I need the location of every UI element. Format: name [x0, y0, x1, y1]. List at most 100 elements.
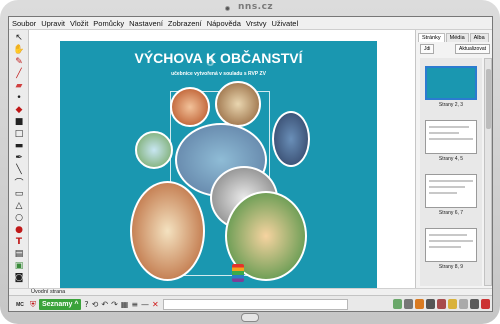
menu-nastaveni[interactable]: Nastavení	[129, 19, 163, 28]
photo-circle	[215, 81, 261, 127]
thumbnail-page[interactable]	[425, 228, 477, 262]
search-icon[interactable]	[426, 299, 435, 309]
photo-circle	[170, 87, 210, 127]
mc-logo: MC	[13, 302, 27, 308]
bottom-toolbar: MC ⛨ Seznamy ^ ? ⟲ ↶ ↷ ▦ ≡ — ✕	[9, 295, 492, 311]
thumbnail-line	[429, 246, 461, 248]
line-icon[interactable]: ╲	[13, 165, 25, 175]
tool-palette: ↖ ✋ ✎ ╱ ▰ • ◆ ■ □ ▬ ✒ ╲ ⌒ ▭ △ ○ ● T ▤ ▣ …	[9, 30, 29, 288]
panel-buttons: Jdi Aktualizovat	[416, 42, 492, 56]
folder-icon[interactable]	[448, 299, 457, 309]
media-icon[interactable]	[437, 299, 446, 309]
tray-icons	[391, 299, 490, 309]
color-white-icon[interactable]: □	[13, 129, 25, 139]
menu-vrstvy[interactable]: Vrstvy	[246, 19, 267, 28]
refresh-button[interactable]: Aktualizovat	[455, 44, 490, 54]
page-canvas[interactable]: 6 VÝCHOVA K OBČANSTVÍ učebnice vytvořená…	[30, 30, 414, 288]
pipette-icon[interactable]: ✒	[13, 153, 25, 163]
note-icon[interactable]: ▤	[13, 249, 25, 259]
menu-zobrazeni[interactable]: Zobrazení	[168, 19, 202, 28]
shield-icon[interactable]: ⛨	[30, 300, 36, 310]
status-bar: Úvodní strana	[9, 288, 492, 295]
thumbnail-line	[429, 132, 459, 134]
thumbnail-line	[429, 240, 473, 242]
go-button[interactable]: Jdi	[420, 44, 435, 54]
pen-icon[interactable]: ✎	[13, 57, 25, 67]
thumbnail-cover[interactable]	[425, 66, 477, 100]
text-icon[interactable]: T	[13, 237, 25, 247]
help-icon[interactable]: ?	[84, 300, 88, 309]
polyline-icon[interactable]: ⌒	[13, 177, 25, 189]
keyboard-icon[interactable]	[470, 299, 479, 309]
close-icon[interactable]	[481, 299, 490, 309]
seznamy-label: Seznamy	[42, 301, 73, 308]
document-icon[interactable]	[459, 299, 468, 309]
app-screen: Soubor Upravit Vložit Pomůcky Nastavení …	[8, 16, 493, 312]
thumbnail-line	[429, 192, 457, 194]
camera-tool-icon[interactable]: ◙	[13, 273, 25, 283]
thumbnail-line	[429, 234, 467, 236]
command-field[interactable]	[162, 299, 348, 310]
thumbnail-page[interactable]	[425, 174, 477, 208]
grid-icon[interactable]: ▦	[121, 300, 129, 309]
tab-alba[interactable]: Alba	[469, 33, 489, 42]
image-tray-icon[interactable]	[415, 299, 424, 309]
lines-icon[interactable]: ≡	[131, 300, 138, 309]
seznamy-button[interactable]: Seznamy ^	[39, 299, 82, 310]
home-button[interactable]	[241, 313, 259, 322]
thumbnail-image	[429, 70, 473, 96]
brand-label: nns.cz	[238, 2, 274, 12]
dot-icon[interactable]: •	[13, 93, 25, 103]
photo-circle	[272, 111, 310, 167]
pointer-icon[interactable]: ↖	[13, 33, 25, 43]
tablet-bezel: nns.cz Soubor Upravit Vložit Pomůcky Nas…	[0, 0, 500, 324]
delete-icon[interactable]: ✕	[152, 300, 159, 309]
publisher-logo	[232, 264, 244, 282]
thumbnail-label: Strany 2, 3	[438, 102, 464, 108]
scrollbar-thumb[interactable]	[486, 69, 491, 129]
undo-icon[interactable]: ↶	[101, 300, 108, 309]
panel-scrollbar[interactable]	[484, 58, 492, 286]
thumbnail-label: Strany 6, 7	[438, 210, 464, 216]
menu-bar: Soubor Upravit Vložit Pomůcky Nastavení …	[9, 17, 492, 30]
ellipse-icon[interactable]: ○	[13, 213, 25, 223]
camera-icon	[225, 6, 230, 11]
menu-napoveda[interactable]: Nápověda	[207, 19, 241, 28]
redo-icon[interactable]: ↷	[111, 300, 118, 309]
menu-pomucky[interactable]: Pomůcky	[93, 19, 124, 28]
photo-circle	[135, 131, 173, 169]
tray-icon-green[interactable]	[393, 299, 402, 309]
thumbnail-line	[429, 138, 473, 140]
pages-panel: Stránky Média Alba Jdi Aktualizovat Stra…	[415, 30, 492, 288]
line-width-icon[interactable]: ▬	[13, 141, 25, 151]
thumbnail-list: Strany 2, 3 Strany 4, 5 Strany 6, 7 Stra…	[420, 58, 482, 286]
eraser-icon[interactable]: ▰	[13, 81, 25, 91]
menu-vlozit[interactable]: Vložit	[70, 19, 88, 28]
color-black-icon[interactable]: ■	[13, 117, 25, 127]
seznamy-arrow: ^	[74, 301, 79, 308]
thumbnail-line	[429, 186, 465, 188]
refresh-icon[interactable]: ⟲	[92, 300, 99, 309]
menu-upravit[interactable]: Upravit	[41, 19, 65, 28]
menu-soubor[interactable]: Soubor	[12, 19, 36, 28]
tab-media[interactable]: Média	[445, 33, 469, 42]
image-icon[interactable]: ▣	[13, 261, 25, 271]
thumbnail-line	[429, 126, 469, 128]
tab-stranky[interactable]: Stránky	[418, 33, 445, 42]
dash-icon[interactable]: —	[141, 300, 149, 309]
hand-icon[interactable]: ✋	[13, 45, 25, 55]
rectangle-icon[interactable]: ▭	[13, 189, 25, 199]
thumbnail-label: Strany 8, 9	[438, 264, 464, 270]
fill-icon[interactable]: ◆	[13, 105, 25, 115]
menu-uzivatel[interactable]: Uživatel	[271, 19, 298, 28]
panel-tabs: Stránky Média Alba	[416, 30, 492, 42]
book-cover: 6 VÝCHOVA K OBČANSTVÍ učebnice vytvořená…	[60, 41, 377, 288]
marker-icon[interactable]: ╱	[13, 69, 25, 79]
tools-icon[interactable]	[404, 299, 413, 309]
thumbnail-line	[429, 180, 473, 182]
book-subtitle: učebnice vytvořená v souladu s RVP ZV	[171, 71, 266, 77]
shape-fill-icon[interactable]: ●	[13, 225, 25, 235]
thumbnail-page[interactable]	[425, 120, 477, 154]
book-title: VÝCHOVA K OBČANSTVÍ	[134, 50, 303, 66]
triangle-icon[interactable]: △	[13, 201, 25, 211]
